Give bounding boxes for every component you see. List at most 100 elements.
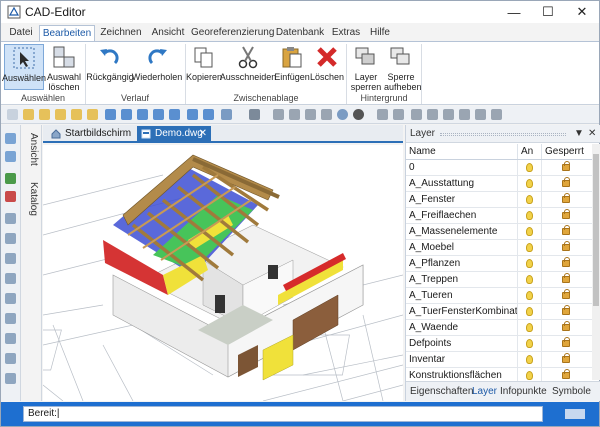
layer-row[interactable]: A_Fenster <box>406 192 592 208</box>
layer-on-cell[interactable] <box>518 272 542 287</box>
command-button[interactable] <box>565 409 585 419</box>
scrollbar-thumb[interactable] <box>593 154 599 306</box>
tool-icon[interactable] <box>5 191 16 202</box>
polyline-icon[interactable] <box>5 233 16 244</box>
tab-infopoints[interactable]: Infopunkte <box>500 386 547 397</box>
layer-locked-cell[interactable] <box>542 160 592 175</box>
folder-icon[interactable] <box>39 109 50 120</box>
printer-icon[interactable] <box>249 109 260 120</box>
drawing-canvas[interactable] <box>43 145 403 401</box>
lightbulb-icon[interactable] <box>526 195 533 204</box>
maximize-button[interactable]: ☐ <box>531 1 565 23</box>
folder-icon[interactable] <box>71 109 82 120</box>
column-header-on[interactable]: An <box>518 144 542 159</box>
tab-datei[interactable]: Datei <box>5 25 37 41</box>
layer-on-cell[interactable] <box>518 160 542 175</box>
layer-locked-cell[interactable] <box>542 208 592 223</box>
padlock-icon[interactable] <box>562 289 570 299</box>
select-button[interactable]: Auswählen <box>2 44 46 90</box>
undo-button[interactable]: Rückgängig <box>86 44 134 82</box>
minimize-button[interactable]: — <box>497 1 531 23</box>
close-tab-icon[interactable]: ✕ <box>199 126 207 141</box>
padlock-icon[interactable] <box>562 161 570 171</box>
redo-button[interactable]: Wiederholen <box>132 44 182 82</box>
padlock-icon[interactable] <box>562 273 570 283</box>
side-tab-view[interactable]: Ansicht <box>25 129 39 169</box>
command-input[interactable]: Bereit:| <box>23 406 543 422</box>
layer-on-cell[interactable] <box>518 192 542 207</box>
zoom-out-icon[interactable] <box>443 109 454 120</box>
tab-layer[interactable]: Layer <box>472 386 497 397</box>
layer-locked-cell[interactable] <box>542 256 592 271</box>
column-header-name[interactable]: Name <box>406 144 518 159</box>
tab-bearbeiten[interactable]: Bearbeiten <box>39 25 95 42</box>
panel-menu-icon[interactable]: ▼ <box>574 128 584 139</box>
lightbulb-icon[interactable] <box>526 371 533 380</box>
tab-ansicht[interactable]: Ansicht <box>147 25 189 41</box>
tool-icon[interactable] <box>273 109 284 120</box>
padlock-icon[interactable] <box>562 305 570 315</box>
copy-button[interactable]: Kopieren <box>186 44 222 82</box>
render-icon[interactable] <box>353 109 364 120</box>
lightbulb-icon[interactable] <box>526 323 533 332</box>
tool-icon[interactable] <box>393 109 404 120</box>
layer-locked-cell[interactable] <box>542 352 592 367</box>
layer-row[interactable]: A_TuerFensterKombination <box>406 304 592 320</box>
layer-row[interactable]: 0 <box>406 160 592 176</box>
tool-icon[interactable] <box>377 109 388 120</box>
tab-georeferenzierung[interactable]: Georeferenzierung <box>191 25 274 41</box>
dimension-icon[interactable] <box>5 373 16 384</box>
layer-row[interactable]: A_Waende <box>406 320 592 336</box>
layer-locked-cell[interactable] <box>542 224 592 239</box>
layer-row[interactable]: A_Pflanzen <box>406 256 592 272</box>
clear-selection-button[interactable]: Auswahl löschen <box>46 44 82 92</box>
tool-icon[interactable] <box>5 133 16 144</box>
save-icon[interactable] <box>153 109 164 120</box>
lightbulb-icon[interactable] <box>526 211 533 220</box>
layer-locked-cell[interactable] <box>542 176 592 191</box>
lightbulb-icon[interactable] <box>526 179 533 188</box>
layer-locked-cell[interactable] <box>542 272 592 287</box>
layer-on-cell[interactable] <box>518 336 542 351</box>
layer-lock-button[interactable]: Layer sperren <box>350 44 382 92</box>
layer-on-cell[interactable] <box>518 208 542 223</box>
print-icon[interactable] <box>221 109 232 120</box>
layer-locked-cell[interactable] <box>542 336 592 351</box>
tool-icon[interactable] <box>5 173 16 184</box>
line-icon[interactable] <box>5 213 16 224</box>
tab-zeichnen[interactable]: Zeichnen <box>97 25 145 41</box>
lightbulb-icon[interactable] <box>526 163 533 172</box>
zoom-icon[interactable] <box>411 109 422 120</box>
tool-icon[interactable] <box>321 109 332 120</box>
lightbulb-icon[interactable] <box>526 243 533 252</box>
layer-row[interactable]: A_Massenelemente <box>406 224 592 240</box>
layer-on-cell[interactable] <box>518 224 542 239</box>
folder-icon[interactable] <box>55 109 66 120</box>
save-icon[interactable] <box>137 109 148 120</box>
lightbulb-icon[interactable] <box>526 291 533 300</box>
tab-demo-dwg[interactable]: Demo.dwg ✕ <box>137 126 211 142</box>
layer-locked-cell[interactable] <box>542 288 592 303</box>
padlock-icon[interactable] <box>562 177 570 187</box>
layer-on-cell[interactable] <box>518 320 542 335</box>
padlock-icon[interactable] <box>562 193 570 203</box>
padlock-icon[interactable] <box>562 353 570 363</box>
tab-symbols[interactable]: Symbole <box>552 386 591 397</box>
tool-icon[interactable] <box>5 151 16 162</box>
zoom-window-icon[interactable] <box>459 109 470 120</box>
layer-locked-cell[interactable] <box>542 240 592 255</box>
layer-on-cell[interactable] <box>518 176 542 191</box>
layer-unlock-button[interactable]: Sperre aufheben <box>384 44 422 92</box>
save-icon[interactable] <box>105 109 116 120</box>
pan-icon[interactable] <box>491 109 502 120</box>
lightbulb-icon[interactable] <box>526 275 533 284</box>
layer-row[interactable]: A_Ausstattung <box>406 176 592 192</box>
padlock-icon[interactable] <box>562 209 570 219</box>
delete-button[interactable]: Löschen <box>310 44 344 82</box>
lightbulb-icon[interactable] <box>526 259 533 268</box>
lightbulb-icon[interactable] <box>526 339 533 348</box>
padlock-icon[interactable] <box>562 337 570 347</box>
save-icon[interactable] <box>121 109 132 120</box>
layer-row[interactable]: Defpoints <box>406 336 592 352</box>
lightbulb-icon[interactable] <box>526 355 533 364</box>
